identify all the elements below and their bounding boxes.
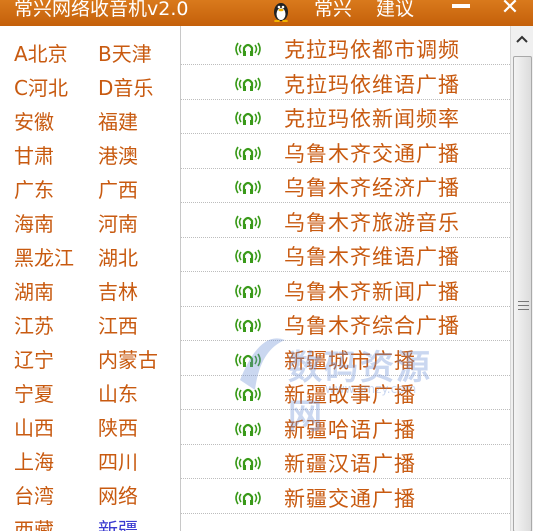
province-left-1[interactable]: C河北	[14, 72, 68, 101]
station-item[interactable]: 新疆交通广播	[181, 480, 510, 514]
province-right-2[interactable]: 福建	[98, 106, 138, 135]
station-label: 克拉玛依都市调频	[284, 38, 460, 62]
radio-wave-icon	[235, 318, 261, 332]
radio-wave-icon	[235, 146, 261, 160]
province-right-7[interactable]: 吉林	[98, 276, 138, 305]
province-right-12[interactable]: 四川	[98, 446, 138, 475]
station-item[interactable]: 新疆城市广播	[181, 342, 510, 376]
province-left-10[interactable]: 宁夏	[14, 378, 54, 407]
province-right-9[interactable]: 内蒙古	[98, 344, 158, 373]
station-label: 乌鲁木齐维语广播	[284, 245, 460, 269]
station-label: 新疆城市广播	[284, 348, 416, 373]
province-left-14[interactable]: 西藏	[14, 514, 54, 531]
province-right-14[interactable]: 新疆	[98, 514, 138, 531]
province-left-4[interactable]: 广东	[14, 174, 54, 203]
radio-wave-icon	[235, 77, 261, 91]
station-item[interactable]: 新疆故事广播	[181, 376, 510, 410]
close-icon[interactable]: ✕	[498, 0, 522, 21]
radio-wave-icon	[235, 387, 261, 401]
station-list: 克拉玛依都市调频 克拉玛依维语广播 克拉玛依新闻频率 乌鲁木齐交通广播 乌鲁木齐经济广播…	[181, 26, 510, 531]
station-item[interactable]: 新疆汉语广播	[181, 445, 510, 479]
station-item[interactable]: 克拉玛依都市调频	[181, 31, 510, 65]
station-item[interactable]: 乌鲁木齐交通广播	[181, 135, 510, 169]
station-item[interactable]: 乌鲁木齐新闻广播	[181, 273, 510, 307]
scroll-up-arrow-icon[interactable]	[513, 30, 531, 50]
province-left-8[interactable]: 江苏	[14, 310, 54, 339]
station-label: 乌鲁木齐交通广播	[284, 141, 460, 166]
station-label: 乌鲁木齐综合广播	[284, 314, 460, 338]
title-bar: 常兴网络收音机v2.0 常兴 建议 ✕	[0, 0, 533, 26]
station-label: 新疆汉语广播	[284, 452, 416, 476]
scrollbar-grip-icon	[518, 301, 529, 315]
app-title: 常兴网络收音机v2.0	[14, 0, 189, 20]
radio-wave-icon	[235, 111, 261, 125]
station-label: 新疆哈语广播	[284, 417, 416, 442]
station-item[interactable]: 乌鲁木齐经济广播	[181, 169, 510, 203]
station-label: 乌鲁木齐新闻广播	[284, 279, 460, 304]
radio-wave-icon	[235, 422, 261, 436]
province-right-1[interactable]: D音乐	[98, 72, 153, 101]
province-left-7[interactable]: 湖南	[14, 276, 54, 305]
vertical-scrollbar[interactable]	[510, 26, 533, 531]
province-left-11[interactable]: 山西	[14, 412, 54, 441]
province-left-6[interactable]: 黑龙江	[14, 242, 74, 271]
province-left-2[interactable]: 安徽	[14, 106, 54, 135]
radio-wave-icon	[235, 456, 261, 470]
qq-penguin-icon[interactable]	[270, 0, 292, 22]
province-right-5[interactable]: 河南	[98, 208, 138, 237]
station-item[interactable]: 乌鲁木齐旅游音乐	[181, 204, 510, 238]
station-item[interactable]: 乌鲁木齐维语广播	[181, 238, 510, 272]
province-right-11[interactable]: 陕西	[98, 412, 138, 441]
province-left-13[interactable]: 台湾	[14, 480, 54, 509]
province-left-9[interactable]: 辽宁	[14, 344, 54, 373]
radio-wave-icon	[235, 284, 261, 298]
radio-wave-icon	[235, 180, 261, 194]
suggest-link[interactable]: 建议	[376, 0, 414, 22]
province-left-12[interactable]: 上海	[14, 446, 54, 475]
station-item[interactable]: 克拉玛依新闻频率	[181, 100, 510, 134]
station-label: 乌鲁木齐经济广播	[284, 176, 460, 200]
province-right-0[interactable]: B天津	[98, 38, 152, 67]
province-right-13[interactable]: 网络	[98, 480, 138, 509]
province-left-5[interactable]: 海南	[14, 208, 54, 237]
radio-wave-icon	[235, 215, 261, 229]
province-right-8[interactable]: 江西	[98, 310, 138, 339]
province-list: A北京 C河北安徽甘肃广东海南黑龙江湖南江苏辽宁宁夏山西上海台湾西藏 B天津 D音乐福…	[0, 26, 180, 531]
station-label: 乌鲁木齐旅游音乐	[284, 210, 460, 235]
station-label: 新疆交通广播	[284, 486, 416, 511]
station-item[interactable]: 乌鲁木齐综合广播	[181, 307, 510, 341]
minimize-icon[interactable]	[452, 0, 470, 14]
station-label: 新疆故事广播	[284, 383, 416, 407]
station-item[interactable]: 克拉玛依维语广播	[181, 66, 510, 100]
station-label: 克拉玛依维语广播	[284, 72, 460, 97]
radio-wave-icon	[235, 249, 261, 263]
radio-wave-icon	[235, 491, 261, 505]
scrollbar-thumb[interactable]	[513, 56, 532, 531]
province-right-10[interactable]: 山东	[98, 378, 138, 407]
radio-wave-icon	[235, 42, 261, 56]
radio-wave-icon	[235, 353, 261, 367]
province-right-3[interactable]: 港澳	[98, 140, 138, 169]
province-right-4[interactable]: 广西	[98, 174, 138, 203]
province-left-3[interactable]: 甘肃	[14, 140, 54, 169]
province-right-6[interactable]: 湖北	[98, 242, 138, 271]
station-label: 克拉玛依新闻频率	[284, 107, 460, 131]
province-left-0[interactable]: A北京	[14, 38, 68, 67]
station-item[interactable]: 新疆哈语广播	[181, 411, 510, 445]
user-link[interactable]: 常兴	[314, 0, 352, 22]
